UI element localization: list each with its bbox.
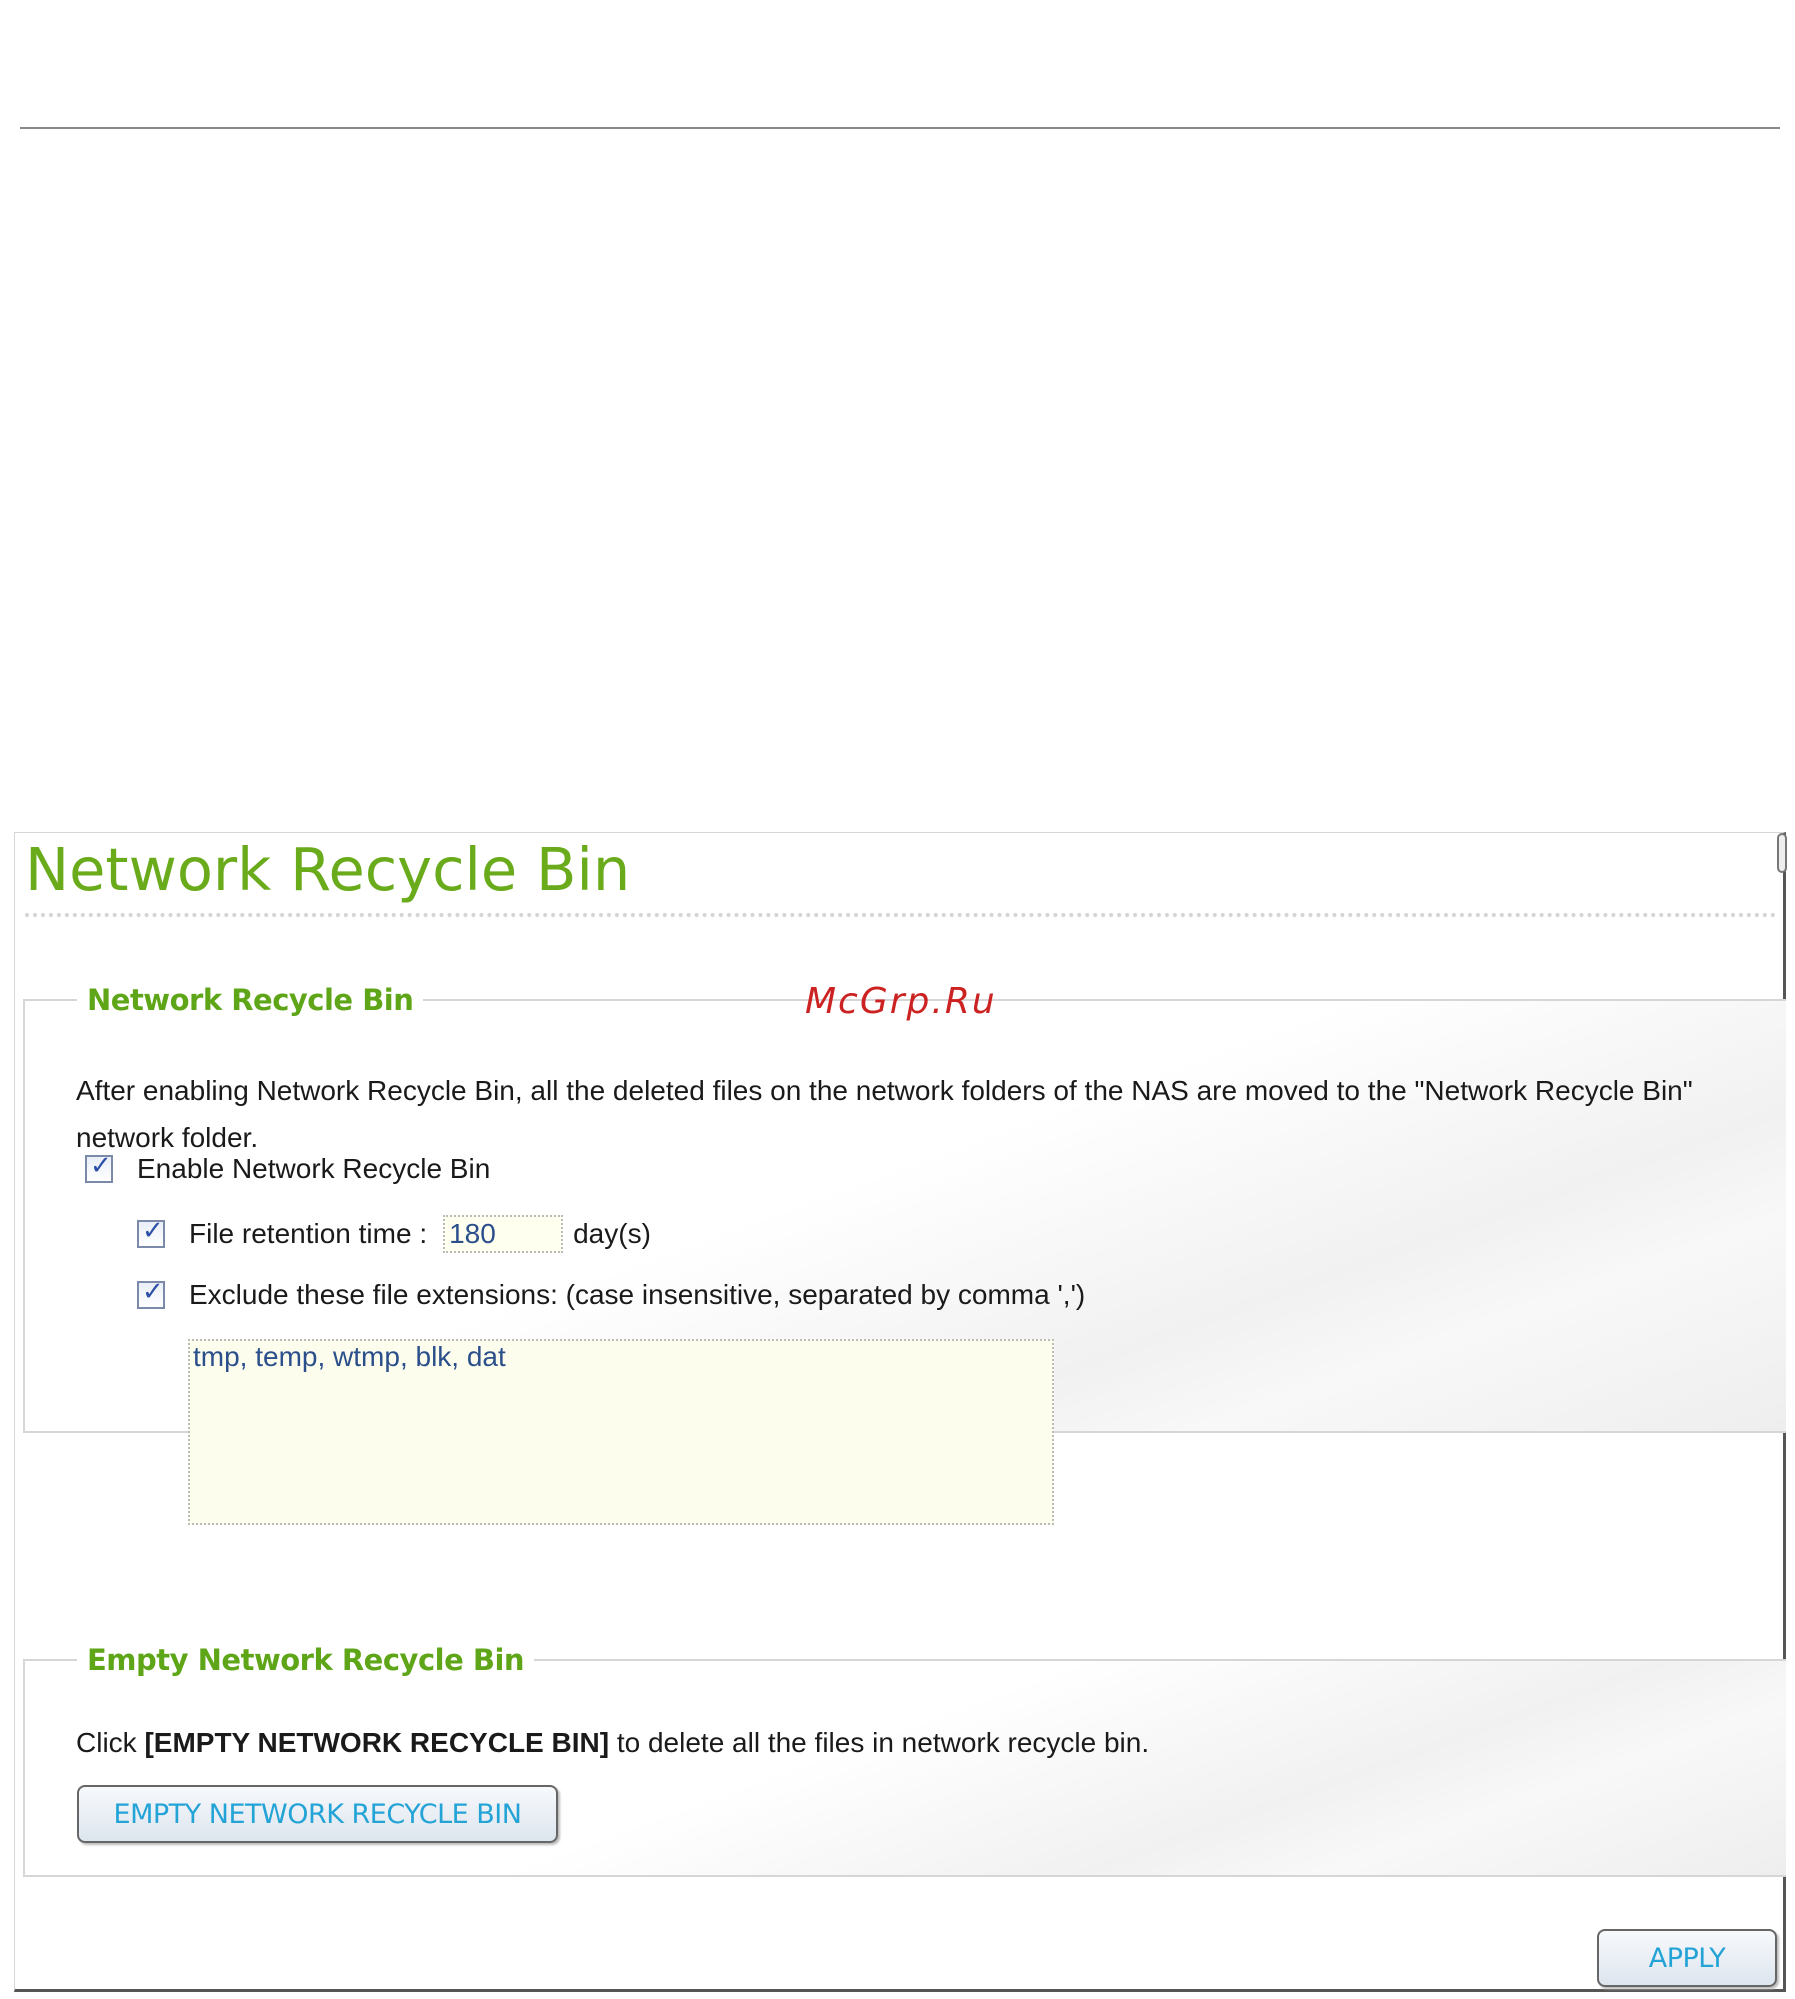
empty-recycle-bin-group: Empty Network Recycle Bin Click [EMPTY N… <box>23 1643 1786 1877</box>
scrollbar-thumb[interactable] <box>1777 833 1787 873</box>
empty-desc-prefix: Click <box>76 1727 145 1758</box>
retention-time-checkbox[interactable]: ✓ <box>137 1216 165 1248</box>
checkmark-icon: ✓ <box>142 1277 164 1307</box>
exclude-extensions-row: ✓ Exclude these file extensions: (case i… <box>137 1277 1086 1311</box>
settings-panel: Network Recycle Bin Network Recycle Bin … <box>14 832 1787 1992</box>
title-dotted-divider <box>25 913 1777 917</box>
retention-days-input[interactable] <box>443 1215 564 1253</box>
exclude-extensions-checkbox[interactable]: ✓ <box>137 1277 165 1309</box>
recycle-bin-group: Network Recycle Bin After enabling Netwo… <box>23 983 1786 1525</box>
enable-recycle-bin-label: Enable Network Recycle Bin <box>137 1153 491 1184</box>
page-title: Network Recycle Bin <box>25 835 631 904</box>
enable-recycle-bin-row: ✓ Enable Network Recycle Bin <box>85 1151 491 1185</box>
apply-button[interactable]: APPLY <box>1597 1929 1777 1987</box>
top-divider <box>20 127 1780 129</box>
checkmark-icon: ✓ <box>90 1151 112 1181</box>
recycle-bin-description: After enabling Network Recycle Bin, all … <box>76 1075 1693 1153</box>
empty-recycle-bin-legend: Empty Network Recycle Bin <box>87 1643 525 1677</box>
empty-recycle-bin-button[interactable]: EMPTY NETWORK RECYCLE BIN <box>77 1785 558 1843</box>
empty-desc-suffix: to delete all the files in network recyc… <box>609 1727 1150 1758</box>
empty-recycle-bin-description: Click [EMPTY NETWORK RECYCLE BIN] to del… <box>76 1727 1149 1759</box>
retention-time-row: ✓ File retention time : day(s) <box>137 1215 651 1253</box>
retention-time-label: File retention time : <box>189 1218 428 1249</box>
retention-unit-label: day(s) <box>573 1218 651 1249</box>
recycle-bin-legend: Network Recycle Bin <box>87 983 414 1017</box>
exclude-extensions-label: Exclude these file extensions: (case ins… <box>189 1279 1086 1310</box>
watermark: McGrp.Ru <box>805 981 997 1022</box>
excluded-extensions-textarea[interactable]: tmp, temp, wtmp, blk, dat <box>188 1339 1054 1525</box>
checkmark-icon: ✓ <box>142 1216 164 1246</box>
enable-recycle-bin-checkbox[interactable]: ✓ <box>85 1151 113 1183</box>
empty-desc-bold: [EMPTY NETWORK RECYCLE BIN] <box>144 1727 610 1758</box>
